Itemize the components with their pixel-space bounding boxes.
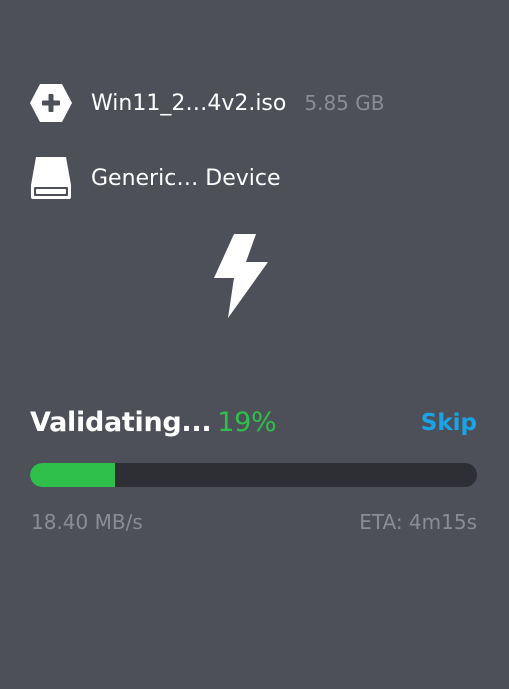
progress-status: Validating... 19% Skip (30, 407, 477, 447)
skip-button[interactable]: Skip (421, 410, 477, 436)
eta-label: ETA: 4m15s (359, 510, 477, 534)
drive-row: Generic… Device (30, 155, 281, 201)
drive-icon (30, 157, 72, 199)
lightning-bolt-icon (214, 234, 268, 318)
progress-bar-fill (30, 463, 115, 487)
status-text: Validating... 19% (30, 407, 277, 438)
drive-name[interactable]: Generic… Device (91, 166, 281, 191)
image-add-icon (30, 82, 72, 124)
progress-bar (30, 463, 477, 487)
image-file-size: 5.85 GB (304, 91, 385, 115)
image-file-name[interactable]: Win11_2…4v2.iso (91, 91, 286, 116)
image-row: Win11_2…4v2.iso 5.85 GB (30, 82, 384, 124)
status-label: Validating... (30, 407, 212, 438)
progress-percent: 19% (217, 407, 277, 438)
transfer-speed: 18.40 MB/s (31, 510, 143, 534)
